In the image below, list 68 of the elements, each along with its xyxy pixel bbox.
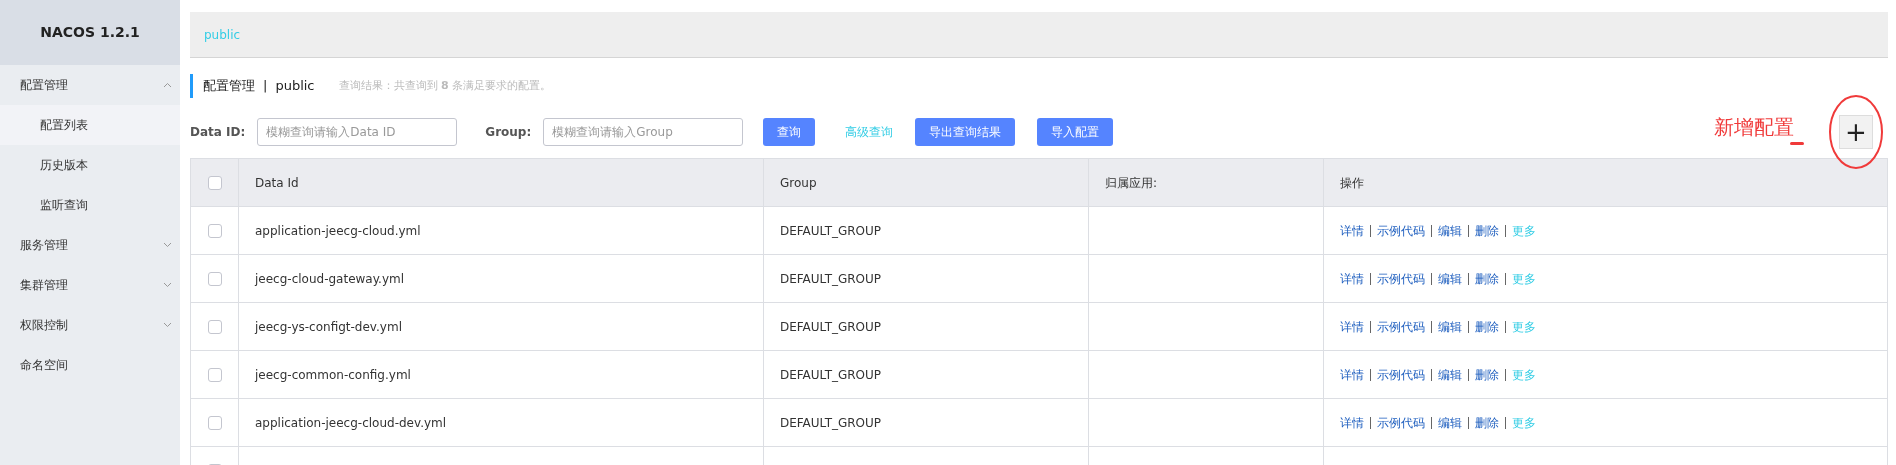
table-cell-text: jeecg-ys-configt-dev.yml xyxy=(255,318,402,336)
table-cell-text: DEFAULT_GROUP xyxy=(780,366,882,384)
sidebar-menu-item[interactable]: 服务管理 xyxy=(0,225,180,265)
column-header: Data Id xyxy=(255,174,299,192)
annotation-label: 新增配置 xyxy=(1714,113,1794,141)
action-link[interactable]: 详情 xyxy=(1340,365,1364,384)
checkbox[interactable] xyxy=(207,175,222,190)
table-cell-text: jeecg-common-config.yml xyxy=(255,366,411,384)
sidebar-menu-item[interactable]: 配置管理 xyxy=(0,65,180,105)
add-button[interactable]: + xyxy=(1839,115,1873,149)
action-link[interactable]: 示例代码 xyxy=(1377,221,1425,240)
action-link[interactable]: 编辑 xyxy=(1438,365,1462,384)
checkbox[interactable] xyxy=(207,415,222,430)
search-field[interactable]: 模糊查询请输入Data ID xyxy=(257,118,458,146)
column-header: 归属应用: xyxy=(1105,174,1158,192)
chevron-down-icon xyxy=(163,242,172,248)
action-link[interactable]: 详情 xyxy=(1340,221,1364,240)
field-label: Data ID: xyxy=(190,124,246,141)
action-button[interactable]: 查询 xyxy=(763,118,816,146)
title-accent-bar xyxy=(190,74,193,98)
chevron-down-icon xyxy=(163,322,172,328)
action-link[interactable]: 删除 xyxy=(1475,317,1499,336)
action-link[interactable]: 详情 xyxy=(1340,413,1364,432)
column-header: 操作 xyxy=(1340,174,1364,192)
table-cell-text: application-jeecg-cloud-dev.yml xyxy=(255,414,447,432)
action-link[interactable]: 详情 xyxy=(1340,269,1364,288)
table-cell-text: DEFAULT_GROUP xyxy=(780,318,882,336)
action-link[interactable]: 编辑 xyxy=(1438,269,1462,288)
namespace-title: public xyxy=(275,77,315,96)
checkbox[interactable] xyxy=(207,367,222,382)
sidebar-menu-item[interactable]: 集群管理 xyxy=(0,265,180,305)
action-link[interactable]: 示例代码 xyxy=(1377,269,1425,288)
action-button[interactable]: 导出查询结果 xyxy=(915,118,1016,146)
action-link[interactable]: 删除 xyxy=(1475,221,1499,240)
action-link[interactable]: 编辑 xyxy=(1438,317,1462,336)
result-summary: 查询结果：共查询到 8 条满足要求的配置。 xyxy=(338,77,552,94)
sidebar-menu-item[interactable]: 权限控制 xyxy=(0,305,180,345)
logo-text: NACOS 1.2.1 xyxy=(40,23,140,42)
sidebar-menu-item[interactable]: 命名空间 xyxy=(0,345,180,385)
action-link[interactable]: 删除 xyxy=(1475,269,1499,288)
annotation-underline xyxy=(1790,141,1804,145)
chevron-down-icon xyxy=(163,282,172,288)
action-link[interactable]: 删除 xyxy=(1475,365,1499,384)
action-link[interactable]: 示例代码 xyxy=(1377,413,1425,432)
search-field[interactable]: 模糊查询请输入Group xyxy=(543,118,744,146)
chevron-up-icon xyxy=(163,82,172,88)
table-cell-text: DEFAULT_GROUP xyxy=(780,414,882,432)
table-cell-text: DEFAULT_GROUP xyxy=(780,270,882,288)
action-link[interactable]: 示例代码 xyxy=(1377,365,1425,384)
sidebar-submenu-item[interactable]: 配置列表 xyxy=(0,105,180,145)
action-link[interactable]: 编辑 xyxy=(1438,413,1462,432)
action-link[interactable]: 示例代码 xyxy=(1377,317,1425,336)
table-cell-text: application-jeecg-cloud.yml xyxy=(255,222,421,240)
action-button[interactable]: 导入配置 xyxy=(1037,118,1114,146)
checkbox[interactable] xyxy=(207,271,222,286)
action-link[interactable]: 编辑 xyxy=(1438,221,1462,240)
action-link[interactable]: 详情 xyxy=(1340,317,1364,336)
action-link[interactable]: 删除 xyxy=(1475,413,1499,432)
title-separator: | xyxy=(263,77,268,96)
table-cell-text: DEFAULT_GROUP xyxy=(780,222,882,240)
column-header: Group xyxy=(780,174,817,192)
table-cell-text: jeecg-cloud-gateway.yml xyxy=(255,270,405,288)
sidebar-submenu-item[interactable]: 监听查询 xyxy=(0,185,180,225)
checkbox[interactable] xyxy=(207,319,222,334)
page-title: 配置管理 xyxy=(203,77,255,96)
checkbox[interactable] xyxy=(207,223,222,238)
field-label: Group: xyxy=(485,124,532,141)
sidebar-submenu-item[interactable]: 历史版本 xyxy=(0,145,180,185)
